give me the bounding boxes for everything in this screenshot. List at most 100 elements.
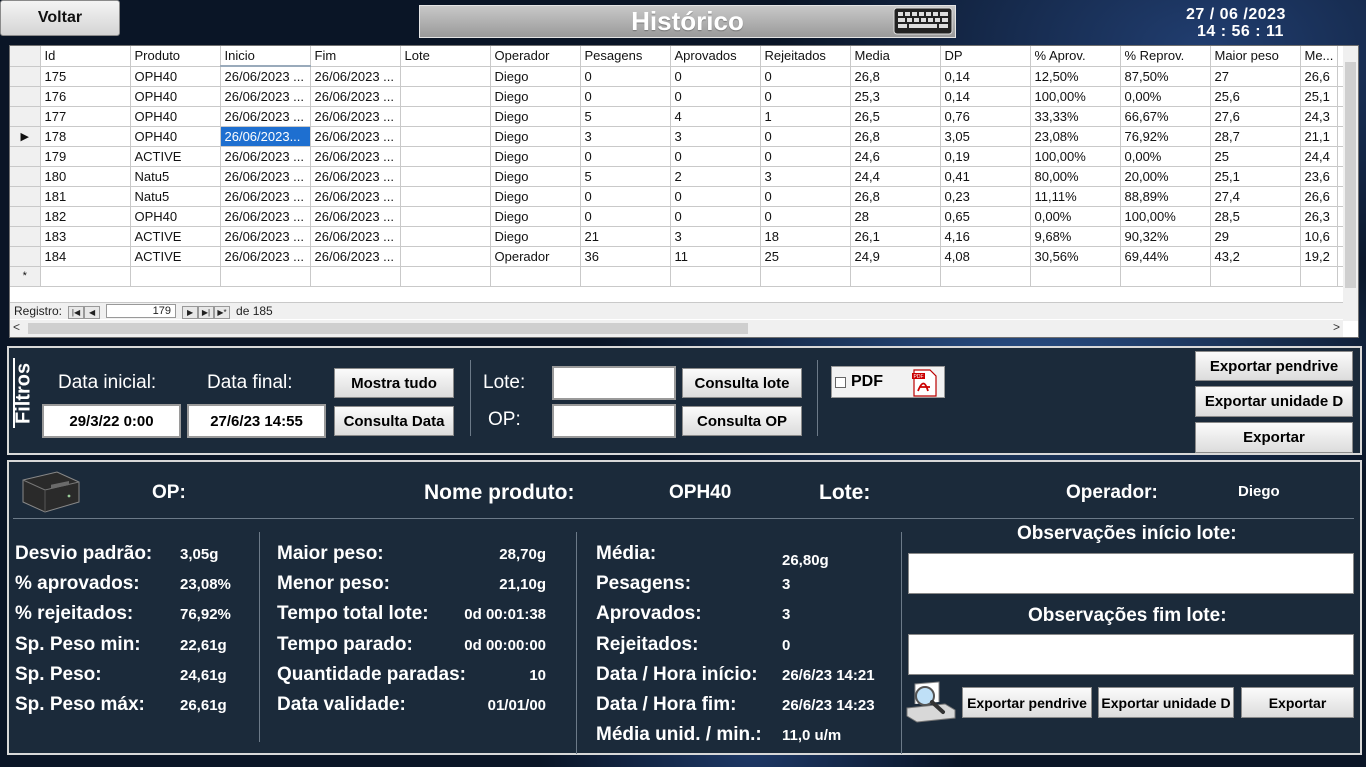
row-selector[interactable] [10,86,41,107]
lote-filter-input[interactable] [552,366,676,400]
table-cell[interactable]: 0,00% [1120,146,1211,167]
column-header[interactable]: Pesagens [580,46,671,67]
table-cell[interactable]: Diego [490,86,581,107]
table-cell[interactable]: 23,08% [1030,126,1121,147]
table-cell[interactable]: 26,8 [850,126,941,147]
first-record-button[interactable]: |◀ [68,305,85,319]
table-cell[interactable]: 176 [40,86,131,107]
table-cell[interactable]: 4 [670,106,761,127]
row-header-corner[interactable] [10,46,41,67]
table-cell[interactable]: 36 [580,246,671,267]
table-cell[interactable]: 0 [760,86,851,107]
table-cell[interactable] [310,266,401,287]
table-cell[interactable] [130,266,221,287]
table-cell[interactable] [1210,266,1301,287]
record-number-input[interactable]: 179 [106,304,177,318]
scroll-right-icon[interactable]: > [1333,320,1340,334]
table-cell[interactable]: 20,00% [1120,166,1211,187]
table-cell[interactable] [760,266,851,287]
table-cell[interactable]: 26/06/2023 ... [220,66,311,87]
table-cell[interactable]: 0 [760,126,851,147]
table-cell[interactable]: 25,1 [1210,166,1301,187]
table-cell[interactable] [490,266,581,287]
column-header[interactable]: Produto [130,46,221,67]
table-cell[interactable]: 0 [580,86,671,107]
table-cell[interactable]: 26/06/2023 ... [220,86,311,107]
prev-record-button[interactable]: ◀ [84,305,101,319]
op-filter-input[interactable] [552,404,676,438]
printer-icon[interactable] [17,468,83,519]
table-cell[interactable]: 28,7 [1210,126,1301,147]
table-cell[interactable]: 26,8 [850,66,941,87]
table-cell[interactable]: 5 [580,166,671,187]
table-cell[interactable]: OPH40 [130,86,221,107]
detail-export-drive-d-button[interactable]: Exportar unidade D [1098,687,1234,718]
table-cell[interactable]: 0,00% [1030,206,1121,227]
last-record-button[interactable]: ▶| [198,305,215,319]
table-cell[interactable]: 0 [670,146,761,167]
table-row[interactable]: 180 Natu5 26/06/2023 ... 26/06/2023 ... Dieg… [10,166,1348,187]
horizontal-scrollbar[interactable]: < > [10,320,1343,337]
table-cell[interactable]: 66,67% [1120,106,1211,127]
pdf-checkbox[interactable] [835,377,846,388]
column-header[interactable]: Id [40,46,131,67]
table-cell[interactable]: OPH40 [130,206,221,227]
table-cell[interactable]: 4,08 [940,246,1031,267]
table-cell[interactable]: 26/06/2023 ... [220,106,311,127]
query-op-button[interactable]: Consulta OP [682,406,802,436]
table-cell[interactable]: 43,2 [1210,246,1301,267]
table-row[interactable]: 177 OPH40 26/06/2023 ... 26/06/2023 ... Dieg… [10,106,1348,127]
table-cell[interactable]: 26/06/2023 ... [220,166,311,187]
table-cell[interactable]: 21 [580,226,671,247]
table-cell[interactable]: 5 [580,106,671,127]
table-cell[interactable] [1030,266,1121,287]
table-cell[interactable]: ACTIVE [130,246,221,267]
table-row[interactable]: 183 ACTIVE 26/06/2023 ... 26/06/2023 ... Die… [10,226,1348,247]
table-cell[interactable]: 87,50% [1120,66,1211,87]
table-cell[interactable]: 0 [580,186,671,207]
row-selector[interactable]: ▶ [10,126,41,147]
table-cell[interactable]: 0 [760,66,851,87]
table-cell[interactable]: 180 [40,166,131,187]
table-row[interactable]: 176 OPH40 26/06/2023 ... 26/06/2023 ... Dieg… [10,86,1348,107]
table-cell[interactable]: 26/06/2023 ... [220,246,311,267]
print-preview-icon[interactable] [905,680,957,729]
table-cell[interactable]: 90,32% [1120,226,1211,247]
table-cell[interactable]: 0,00% [1120,86,1211,107]
table-cell[interactable]: 3,05 [940,126,1031,147]
row-selector[interactable] [10,186,41,207]
table-cell[interactable]: Natu5 [130,166,221,187]
history-grid[interactable]: Id Produto Inicio Fim Lote Operador Pesagens Ap… [9,45,1359,338]
table-cell[interactable] [400,206,491,227]
table-cell[interactable]: Diego [490,166,581,187]
table-cell[interactable]: 0 [760,146,851,167]
table-cell[interactable]: 0 [670,206,761,227]
table-cell[interactable]: Diego [490,186,581,207]
table-cell[interactable]: 179 [40,146,131,167]
row-selector[interactable] [10,226,41,247]
table-cell[interactable]: 28,5 [1210,206,1301,227]
table-cell[interactable]: 3 [670,126,761,147]
table-cell[interactable]: 25,6 [1210,86,1301,107]
table-cell[interactable]: 100,00% [1120,206,1211,227]
table-cell[interactable]: ACTIVE [130,146,221,167]
table-cell[interactable]: 26/06/2023 ... [310,206,401,227]
new-row[interactable]: * [10,266,1348,287]
export-drive-d-button[interactable]: Exportar unidade D [1195,386,1353,417]
show-all-button[interactable]: Mostra tudo [334,368,454,398]
table-cell[interactable]: 177 [40,106,131,127]
row-selector[interactable] [10,206,41,227]
table-cell[interactable]: Operador [490,246,581,267]
table-cell[interactable]: 3 [670,226,761,247]
column-header[interactable]: Media [850,46,941,67]
table-cell[interactable]: Diego [490,226,581,247]
pdf-option[interactable]: PDF PDF [831,366,945,398]
table-cell[interactable] [400,66,491,87]
table-cell[interactable]: 23,6 [1300,166,1339,187]
column-header[interactable]: Operador [490,46,581,67]
column-header[interactable]: Me... [1300,46,1339,67]
table-cell[interactable]: 24,9 [850,246,941,267]
table-cell[interactable]: 0,41 [940,166,1031,187]
table-cell[interactable]: 29 [1210,226,1301,247]
detail-export-button[interactable]: Exportar [1241,687,1354,718]
